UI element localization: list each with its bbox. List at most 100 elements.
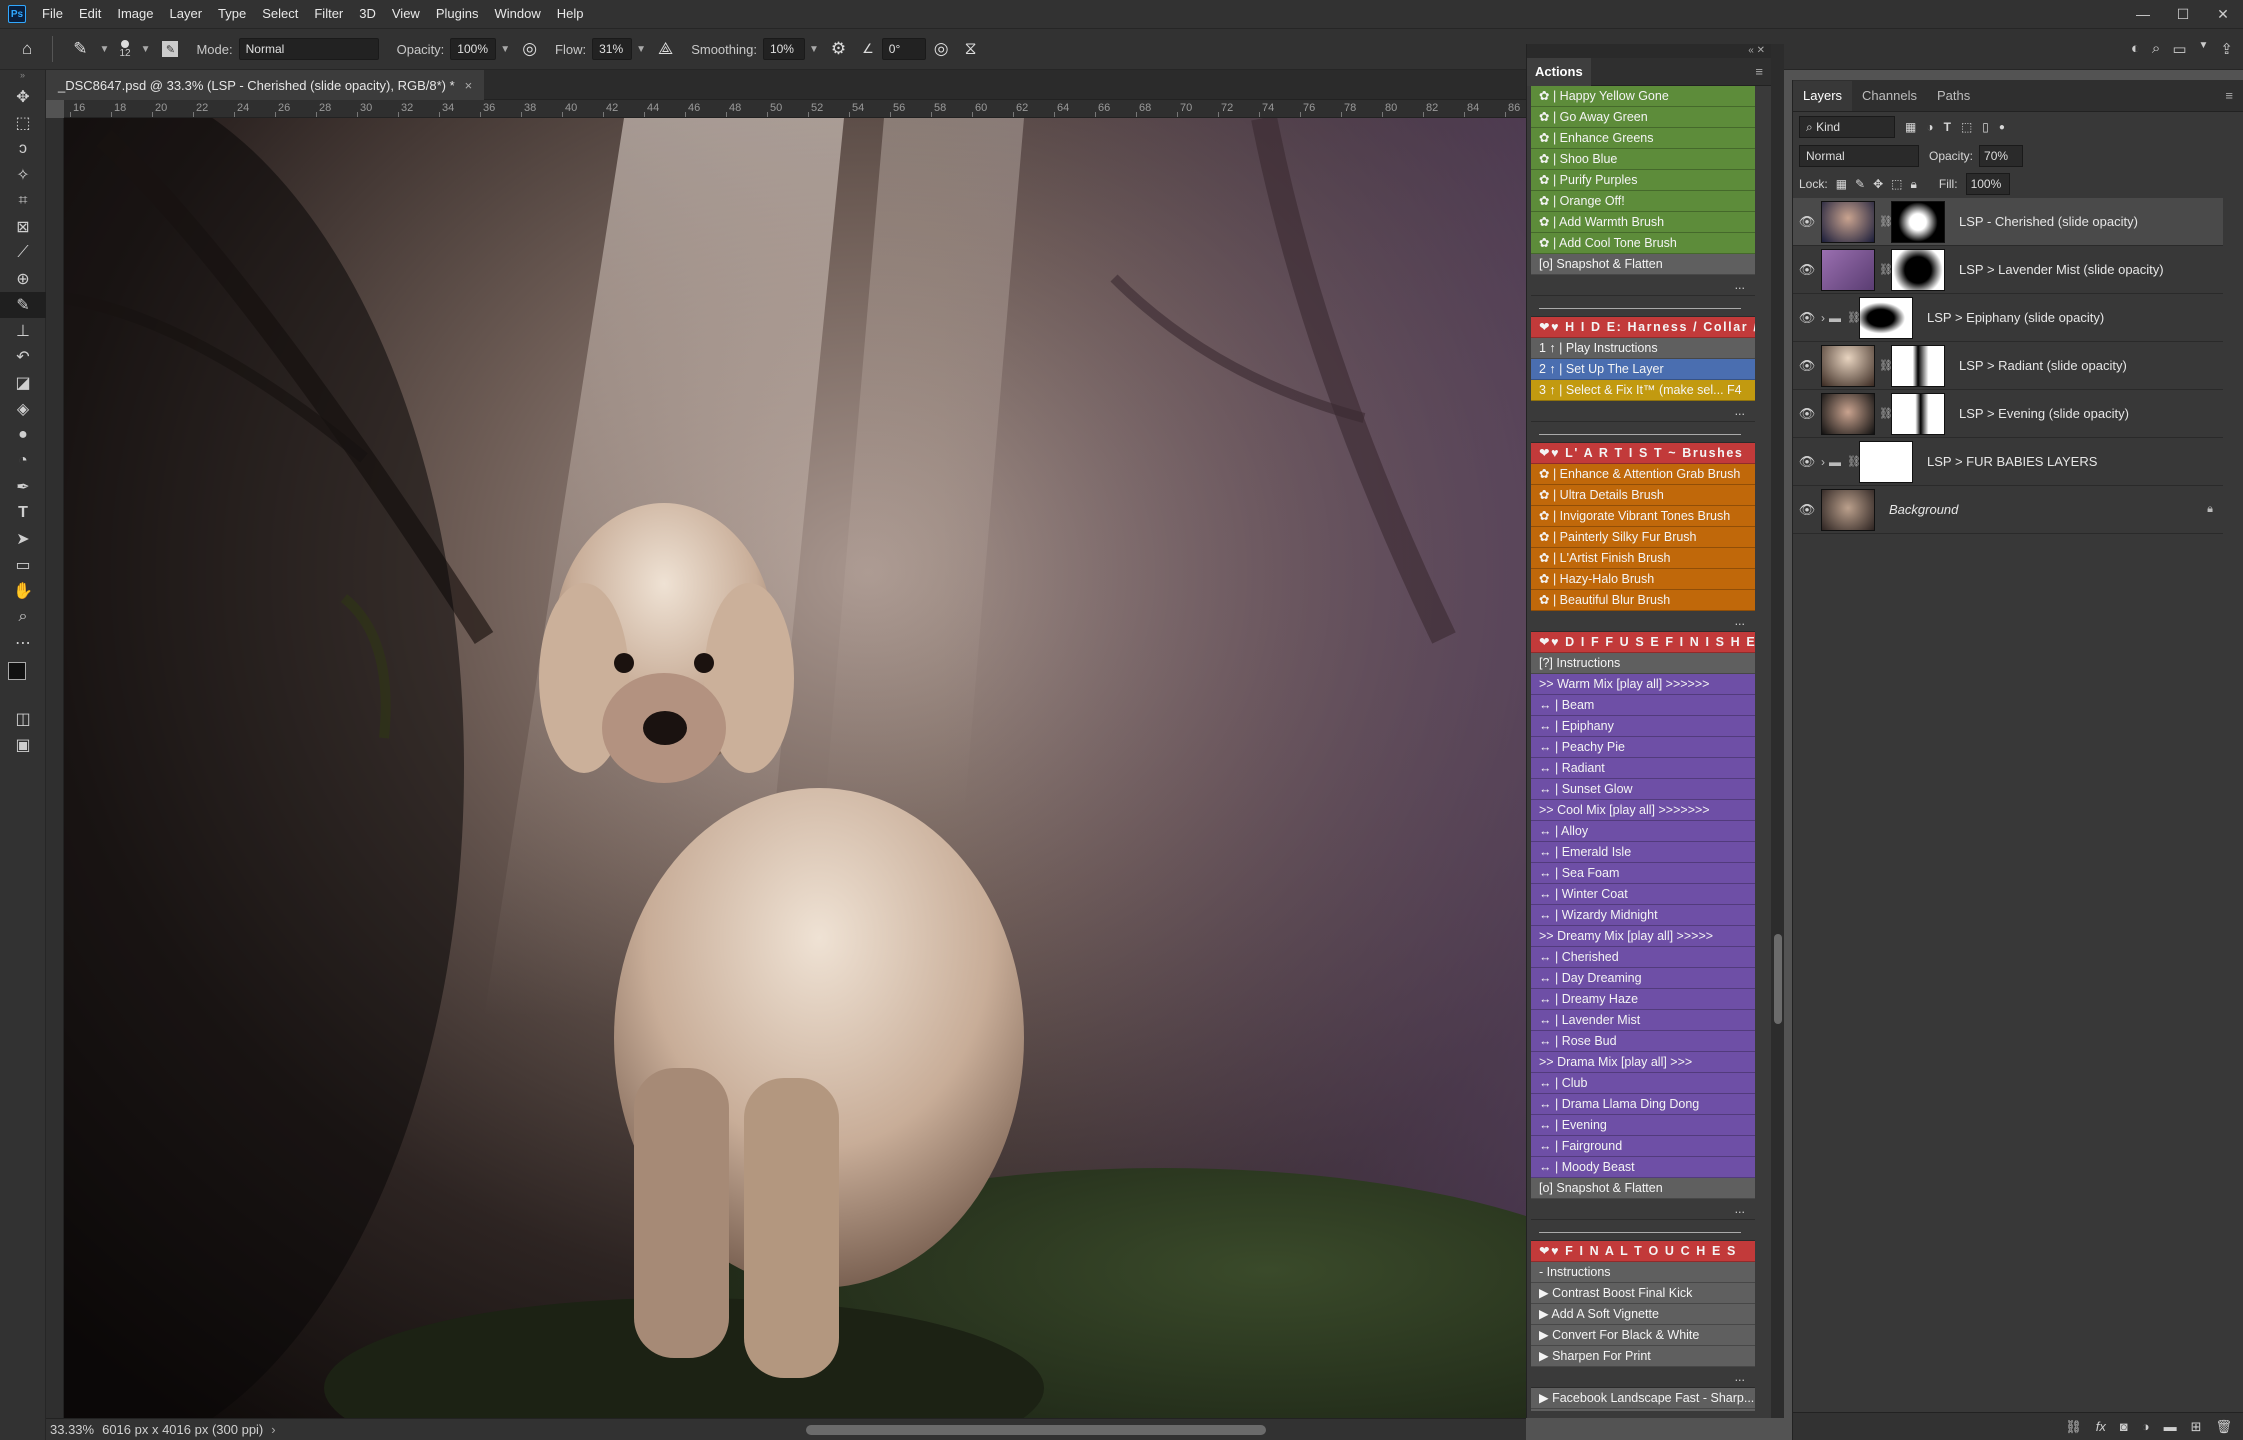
layer-opacity-field[interactable]: 70% (1979, 145, 2024, 167)
chevron-down-icon[interactable]: ▼ (2199, 40, 2209, 58)
action-item[interactable]: ↔ | Emerald Isle (1531, 842, 1755, 863)
action-item[interactable]: ▶ Convert For Black & White (1531, 1325, 1755, 1346)
link-layers-icon[interactable]: ⛓ (2065, 1419, 2082, 1435)
chevron-down-icon[interactable]: ▼ (500, 44, 510, 55)
layer-mask-thumbnail[interactable] (1891, 392, 1945, 435)
action-item[interactable]: ↔ | Peachy Pie (1531, 737, 1755, 758)
action-item[interactable]: ✿ | Add Warmth Brush (1531, 212, 1755, 233)
action-item[interactable]: ✿ | L'Artist Finish Brush (1531, 548, 1755, 569)
expand-group-icon[interactable]: › (1821, 455, 1825, 469)
eyedropper-tool-icon[interactable]: ⟋ (0, 240, 46, 266)
more-tools-icon[interactable]: ⋯ (0, 630, 46, 656)
action-item[interactable]: >> Warm Mix [play all] >>>>>> (1531, 674, 1755, 695)
action-item[interactable]: ✿ | Purify Purples (1531, 170, 1755, 191)
action-item[interactable]: ↔ | Radiant (1531, 758, 1755, 779)
foreground-color-swatch[interactable] (8, 662, 26, 680)
action-item[interactable]: ↔ | Epiphany (1531, 716, 1755, 737)
layer-row[interactable]: 👁︎ › ▬ ⛓ LSP > FUR BABIES LAYERS (1793, 438, 2223, 486)
action-item[interactable]: >> Cool Mix [play all] >>>>>>> (1531, 800, 1755, 821)
lock-transparent-icon[interactable]: ▦ (1836, 177, 1847, 191)
document-tab[interactable]: _DSC8647.psd @ 33.3% (LSP - Cherished (s… (46, 70, 485, 100)
action-item[interactable]: ↔ | Rose Bud (1531, 1031, 1755, 1052)
lasso-tool-icon[interactable]: ↄ (0, 136, 46, 162)
mask-link-icon[interactable]: ⛓ (1847, 455, 1861, 468)
home-icon[interactable]: ⌂ (22, 39, 32, 59)
brush-preset-picker[interactable]: 12 (119, 39, 131, 59)
share-icon[interactable]: ⇪ (2220, 40, 2233, 58)
zoom-level[interactable]: 33.33% (50, 1422, 94, 1437)
minimize-button[interactable]: — (2123, 0, 2163, 28)
action-item[interactable]: ✿ | Hazy-Halo Brush (1531, 569, 1755, 590)
action-set-header[interactable]: ❤♥ F I N A L T O U C H E S (1531, 1241, 1755, 1262)
move-tool-icon[interactable]: ✥ (0, 84, 46, 110)
action-item[interactable]: ↔ | Lavender Mist (1531, 1010, 1755, 1031)
action-item[interactable]: ↔ | Sea Foam (1531, 863, 1755, 884)
menu-filter[interactable]: Filter (306, 0, 351, 28)
visibility-eye-icon[interactable]: 👁︎ (1793, 262, 1821, 278)
blend-mode-select[interactable]: Normal (1799, 145, 1919, 167)
menu-view[interactable]: View (384, 0, 428, 28)
paint-bucket-tool-icon[interactable]: ◈ (0, 396, 46, 422)
action-item[interactable]: [o] Snapshot & Flatten (1531, 254, 1755, 275)
app-logo[interactable]: Ps (8, 5, 26, 23)
document-canvas[interactable] (64, 118, 1526, 1418)
action-item[interactable]: ↔ | Beam (1531, 695, 1755, 716)
marquee-tool-icon[interactable]: ⬚ (0, 110, 46, 136)
brush-settings-icon[interactable]: ✎ (162, 41, 179, 57)
smart-object-filter-icon[interactable]: ▯ (1982, 120, 1989, 134)
screen-mode-icon[interactable]: ▣ (0, 732, 46, 758)
flow-field[interactable]: 31% (592, 38, 633, 60)
action-item[interactable]: ↔ | Moody Beast (1531, 1157, 1755, 1178)
mask-link-icon[interactable]: ⛓ (1879, 215, 1893, 228)
search-icon[interactable]: ⌕ (2152, 40, 2160, 58)
chevron-down-icon[interactable]: ▼ (100, 44, 110, 55)
expand-group-icon[interactable]: › (1821, 311, 1825, 325)
menu-layer[interactable]: Layer (162, 0, 211, 28)
clone-stamp-tool-icon[interactable]: ⊥ (0, 318, 46, 344)
adjustment-layer-icon[interactable]: ◑ (2142, 1419, 2150, 1434)
maximize-button[interactable]: ☐ (2163, 0, 2203, 28)
new-group-icon[interactable]: ▬ (2164, 1419, 2177, 1434)
smoothing-field[interactable]: 10% (762, 38, 805, 60)
layer-row[interactable]: 👁︎ › ▬ ⛓ LSP > Epiphany (slide opacity) (1793, 294, 2223, 342)
menu-file[interactable]: File (34, 0, 71, 28)
action-item[interactable]: ▶ Facebook Landscape Fast - Sharp... (1531, 1388, 1755, 1409)
menu-help[interactable]: Help (549, 0, 592, 28)
action-item[interactable]: ▶ Facebook Portrait Fast - Sharpen... (1531, 1409, 1755, 1411)
visibility-eye-icon[interactable]: 👁︎ (1793, 502, 1821, 518)
mask-link-icon[interactable]: ⛓ (1879, 407, 1893, 420)
action-item[interactable]: ↔ | Drama Llama Ding Dong (1531, 1094, 1755, 1115)
lock-icon[interactable]: 🔒︎ (2207, 503, 2213, 516)
action-item[interactable]: ✿ | Happy Yellow Gone (1531, 86, 1755, 107)
chevron-down-icon[interactable]: ▼ (141, 44, 151, 55)
action-item[interactable]: ✿ | Enhance Greens (1531, 128, 1755, 149)
action-divider[interactable]: ... (1531, 401, 1755, 422)
user-icon[interactable]: ◐ (2131, 40, 2140, 58)
action-item[interactable]: ↔ | Fairground (1531, 1136, 1755, 1157)
layer-thumbnail[interactable] (1821, 248, 1875, 291)
layer-thumbnail[interactable] (1821, 344, 1875, 387)
mask-link-icon[interactable]: ⛓ (1879, 359, 1893, 372)
action-item[interactable]: ✿ | Ultra Details Brush (1531, 485, 1755, 506)
action-item[interactable]: ↔ | Dreamy Haze (1531, 989, 1755, 1010)
action-item[interactable]: ✿ | Add Cool Tone Brush (1531, 233, 1755, 254)
frame-tool-icon[interactable]: ⊠ (0, 214, 46, 240)
menu-window[interactable]: Window (486, 0, 548, 28)
healing-brush-tool-icon[interactable]: ⊕ (0, 266, 46, 292)
delete-layer-icon[interactable]: 🗑︎ (2215, 1419, 2232, 1435)
action-item[interactable]: 3 ↑ | Select & Fix It™ (make sel... F4 (1531, 380, 1755, 401)
opacity-field[interactable]: 100% (450, 38, 497, 60)
action-item[interactable]: ↔ | Alloy (1531, 821, 1755, 842)
layer-row[interactable]: 👁︎ ⛓ LSP - Cherished (slide opacity) (1793, 198, 2223, 246)
menu-type[interactable]: Type (210, 0, 254, 28)
hand-tool-icon[interactable]: ✋ (0, 578, 46, 604)
action-item[interactable]: ↔ | Club (1531, 1073, 1755, 1094)
layer-row[interactable]: 👁︎ ⛓ LSP > Lavender Mist (slide opacity) (1793, 246, 2223, 294)
quick-select-tool-icon[interactable]: ✧ (0, 162, 46, 188)
lock-position-icon[interactable]: ✥ (1873, 177, 1883, 191)
close-button[interactable]: ✕ (2203, 0, 2243, 28)
menu-3d[interactable]: 3D (351, 0, 384, 28)
action-item[interactable]: ↔ | Cherished (1531, 947, 1755, 968)
tab-layers[interactable]: Layers (1793, 81, 1853, 111)
actions-scroll-thumb[interactable] (1774, 934, 1782, 1024)
